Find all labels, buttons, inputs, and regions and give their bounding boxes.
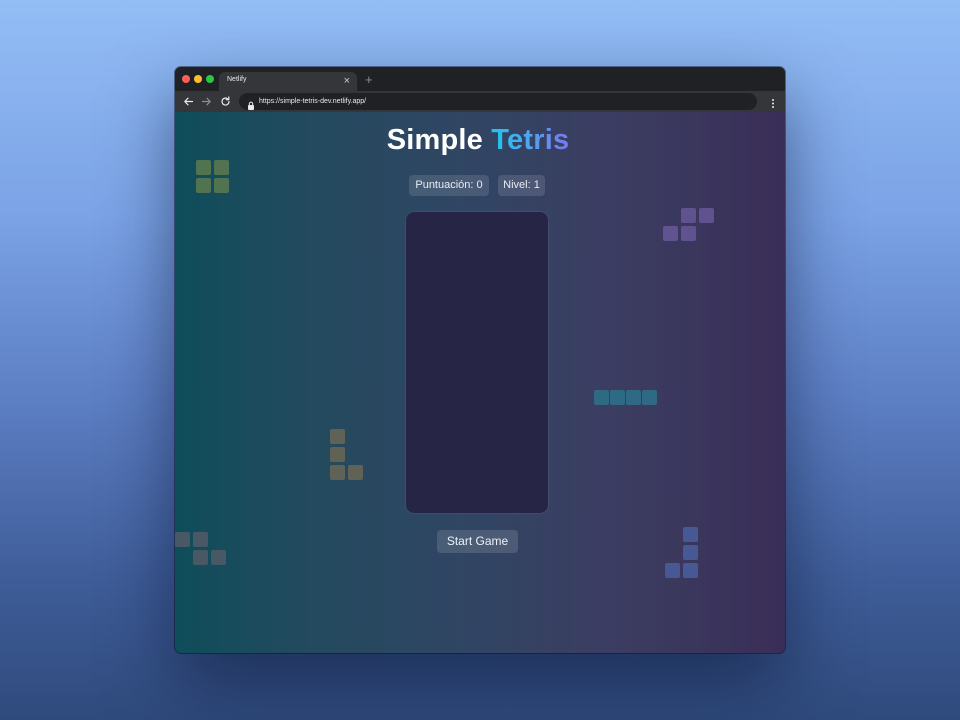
forward-arrow-icon[interactable] <box>201 96 212 107</box>
block <box>681 226 696 241</box>
url-text[interactable]: https://simple-tetris-dev.netlify.app/ <box>259 96 366 107</box>
block <box>175 532 190 547</box>
block <box>594 390 609 405</box>
page-viewport: Simple Tetris Puntuación: 0 Nivel: 1 Sta… <box>175 112 785 653</box>
start-game-button[interactable]: Start Game <box>437 530 518 553</box>
block <box>330 465 345 480</box>
block <box>699 208 714 223</box>
block <box>663 226 678 241</box>
block <box>683 545 698 560</box>
block <box>683 527 698 542</box>
close-icon[interactable]: × <box>344 74 350 88</box>
title-accent: Tetris <box>491 124 570 156</box>
block <box>681 208 696 223</box>
block <box>196 178 211 193</box>
browser-window: Netlify × + https://simple-tetris-dev.ne… <box>175 67 785 653</box>
block <box>214 178 229 193</box>
level-display: Nivel: 1 <box>498 175 545 196</box>
block <box>211 550 226 565</box>
block <box>683 563 698 578</box>
block <box>626 390 641 405</box>
block <box>330 447 345 462</box>
more-vertical-icon[interactable] <box>771 96 775 108</box>
game-board[interactable] <box>406 212 548 513</box>
plus-icon[interactable]: + <box>365 72 373 88</box>
close-window-button[interactable] <box>182 75 190 83</box>
back-arrow-icon[interactable] <box>183 96 194 107</box>
block <box>665 563 680 578</box>
reload-icon[interactable] <box>220 96 231 107</box>
minimize-window-button[interactable] <box>194 75 202 83</box>
page-title: Simple Tetris <box>175 124 781 157</box>
browser-tab[interactable]: Netlify × <box>219 72 357 91</box>
block <box>330 429 345 444</box>
block <box>642 390 657 405</box>
lock-icon <box>247 97 255 110</box>
block <box>193 550 208 565</box>
block <box>196 160 211 175</box>
browser-toolbar: https://simple-tetris-dev.netlify.app/ <box>175 91 785 112</box>
block <box>348 465 363 480</box>
maximize-window-button[interactable] <box>206 75 214 83</box>
block <box>610 390 625 405</box>
block <box>214 160 229 175</box>
tab-bar: Netlify × + <box>175 67 785 91</box>
title-main: Simple <box>386 124 483 156</box>
tab-title: Netlify <box>227 76 247 83</box>
address-bar[interactable]: https://simple-tetris-dev.netlify.app/ <box>239 93 757 110</box>
block <box>193 532 208 547</box>
score-display: Puntuación: 0 <box>409 175 489 196</box>
